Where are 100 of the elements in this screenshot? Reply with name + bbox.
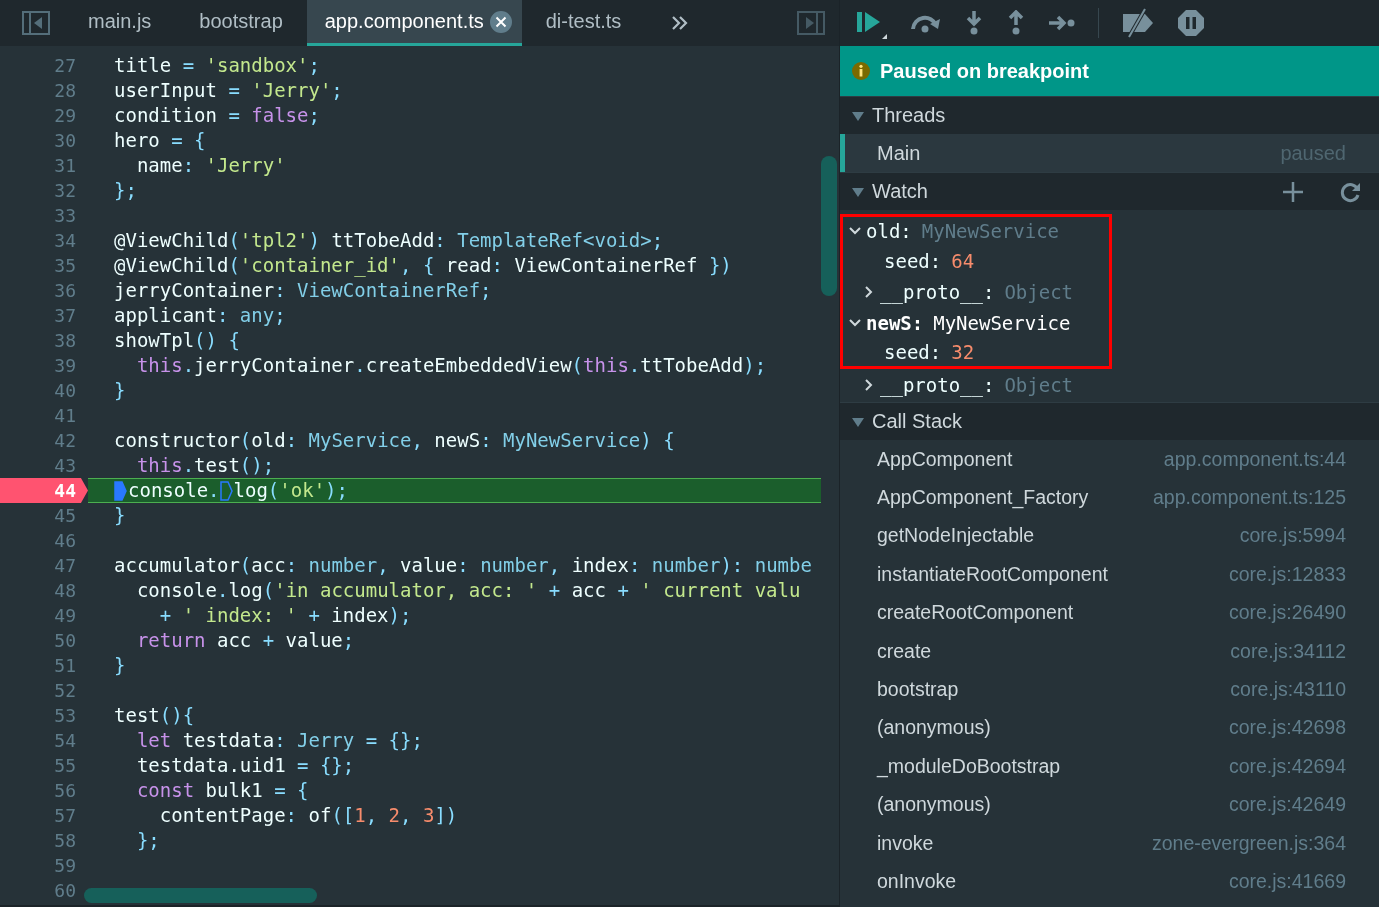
code-line: hero = {	[113, 128, 207, 153]
function-name: invoke	[877, 831, 934, 855]
add-icon[interactable]	[1283, 181, 1303, 202]
code-line: };	[135, 828, 161, 853]
collapse-triangle-icon[interactable]	[852, 415, 864, 428]
collapse-triangle-icon[interactable]	[852, 109, 864, 122]
function-name: instantiateRootComponent	[877, 562, 1108, 586]
code-line: showTpl() {	[113, 328, 241, 353]
stack-frame[interactable]: getNodeInjectable core.js:5994	[840, 516, 1379, 556]
line-number: 35	[53, 254, 77, 278]
stack-frame[interactable]: (anonymous) core.js:42649	[840, 785, 1379, 824]
stack-frame[interactable]: _moduleDoBootstrap core.js:42694	[840, 747, 1379, 786]
line-number: 38	[53, 329, 77, 353]
stack-frame[interactable]: AppComponent app.component.ts:44	[840, 440, 1379, 479]
code-line: test(){	[113, 703, 196, 728]
source-location: core.js:12833	[1228, 562, 1346, 586]
watch-item[interactable]: old: MyNewService	[840, 214, 1112, 245]
step-out-icon[interactable]	[1006, 10, 1026, 36]
line-number: 39	[53, 354, 77, 378]
section-header[interactable]: Threads	[840, 96, 1379, 134]
line-number: 29	[53, 104, 77, 128]
source-location: core.js:26490	[1228, 601, 1346, 625]
function-name: getNodeInjectable	[877, 524, 1035, 548]
code-line: jerryContainer: ViewContainerRef;	[113, 278, 493, 303]
line-number: 57	[53, 804, 77, 828]
line-number: 48	[53, 579, 77, 603]
code-line: applicant: any;	[113, 303, 287, 328]
line-number: 56	[53, 779, 77, 803]
code-line: this.jerryContainer.createEmbeddedView(this.ttTobeAdd);	[135, 353, 768, 378]
stack-frame[interactable]: onInvoke core.js:41669	[840, 862, 1379, 901]
source-location: app.component.ts:125	[1153, 486, 1346, 510]
watch-item[interactable]: __proto__: Object	[840, 276, 1112, 307]
function-name: create	[877, 639, 932, 663]
code-line: title = 'sandbox';	[113, 53, 321, 78]
line-number: 31	[53, 154, 77, 178]
scrollbar-thumb[interactable]	[821, 156, 837, 296]
code-line: contentPage: of([1, 2, 3])	[158, 803, 459, 828]
section-title: Call Stack	[872, 410, 964, 433]
code-line: }	[113, 653, 127, 678]
pause-icon[interactable]	[1177, 9, 1205, 37]
line-number: 30	[53, 129, 77, 153]
watch-item[interactable]: seed: 64	[840, 245, 1112, 276]
code-line: };	[113, 178, 138, 203]
section-title: Threads	[872, 104, 947, 127]
source-location: core.js:42694	[1228, 754, 1346, 778]
watch-item[interactable]: seed: 32	[840, 338, 1112, 369]
line-number: 45	[53, 504, 77, 528]
stack-frame[interactable]: AppComponent_Factory app.component.ts:125	[840, 478, 1379, 517]
line-number: 40	[53, 379, 77, 403]
function-name: AppComponent_Factory	[877, 486, 1089, 510]
line-number: 34	[53, 229, 77, 253]
source-location: core.js:41669	[1228, 870, 1346, 893]
scrollbar-thumb[interactable]	[84, 888, 317, 903]
line-number: 59	[53, 854, 77, 878]
editor-tab[interactable]: di-test.ts	[521, 0, 646, 46]
source-location: core.js:34112	[1230, 639, 1346, 663]
source-location: app.component.ts:44	[1163, 447, 1346, 471]
stack-frame[interactable]: createRootComponent core.js:26490	[840, 593, 1379, 632]
deactivate-breakpoints-icon[interactable]	[1121, 8, 1155, 38]
code-line: condition = false;	[113, 103, 321, 128]
code-line: accumulator(acc: number, value: number, index: number): numbe	[113, 553, 813, 578]
line-number: 27	[53, 54, 77, 78]
stack-frame[interactable]: create core.js:34112	[840, 631, 1379, 671]
close-icon[interactable]	[489, 10, 512, 33]
line-number: 49	[53, 604, 77, 628]
source-location: core.js:42698	[1228, 716, 1346, 740]
line-number: 60	[53, 879, 77, 903]
watch-item[interactable]: __proto__: Object	[840, 369, 1379, 400]
line-number: 58	[53, 829, 77, 853]
section-header[interactable]: Watch	[840, 172, 1379, 210]
editor-tab[interactable]: bootstrap	[175, 0, 307, 46]
stack-frame[interactable]: (anonymous) core.js:42698	[840, 708, 1379, 748]
line-number: 54	[53, 729, 77, 753]
line-number: 37	[53, 304, 77, 328]
execution-marker-icon	[219, 480, 233, 501]
code-line: constructor(old: MyService, newS: MyNewService) {	[113, 428, 676, 453]
step-icon[interactable]	[1048, 13, 1076, 33]
line-number: 28	[53, 79, 77, 103]
code-line: let testdata: Jerry = {};	[135, 728, 424, 753]
stack-frame[interactable]: bootstrap core.js:43110	[840, 670, 1379, 709]
code-line: userInput = 'Jerry';	[113, 78, 344, 103]
stack-frame[interactable]: instantiateRootComponent core.js:12833	[840, 555, 1379, 594]
function-name: (anonymous)	[877, 716, 991, 740]
code-line: this.test();	[135, 453, 276, 478]
source-location: core.js:43110	[1230, 678, 1346, 702]
editor-tab[interactable]: main.js	[64, 0, 176, 46]
watch-item[interactable]: newS: MyNewService	[840, 307, 1112, 338]
editor-tab[interactable]: app.component.ts	[306, 0, 522, 46]
collapse-triangle-icon[interactable]	[852, 185, 864, 198]
step-into-icon[interactable]	[964, 10, 984, 36]
function-name: onInvoke	[877, 870, 957, 893]
section-title: Watch	[872, 180, 929, 203]
status-message: Paused on breakpoint	[880, 59, 1089, 83]
function-name: bootstrap	[877, 678, 959, 702]
code-line: @ViewChild('container_id', { read: ViewContainerRef })	[113, 253, 733, 278]
code-line: }	[113, 378, 127, 403]
refresh-icon[interactable]	[1339, 180, 1361, 203]
section-header[interactable]: Call Stack	[840, 402, 1379, 440]
stack-frame[interactable]: invoke zone-evergreen.js:364	[840, 823, 1379, 863]
code-line: const bulk1 = {	[135, 778, 310, 803]
